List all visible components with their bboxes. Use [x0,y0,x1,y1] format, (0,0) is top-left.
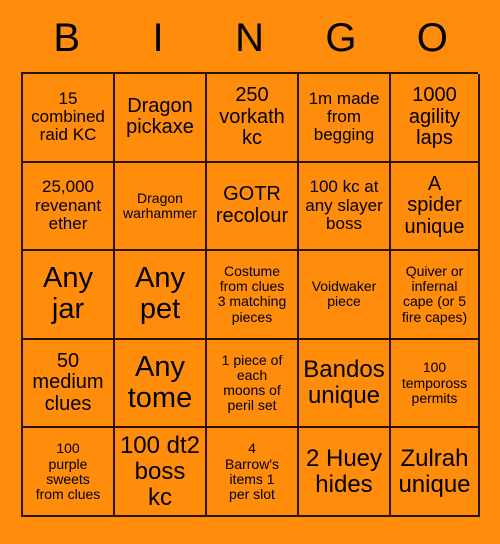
bingo-header-letter-g: G [325,16,357,60]
bingo-cell-label: Bandos unique [303,356,385,410]
bingo-cell[interactable]: 25,000 revenant ether [23,162,115,252]
bingo-cell-label: A spider unique [404,172,465,238]
bingo-cell[interactable]: GOTR recolour [207,162,299,252]
bingo-cell[interactable]: 250 vorkath kc [207,74,299,163]
bingo-cell-label: Costume from clues 3 matching pieces [217,263,287,325]
bingo-cell[interactable]: Any tome [115,339,207,429]
bingo-cell[interactable]: Zulrah unique [391,428,480,517]
bingo-cell-label: 100 dt2 boss kc [119,431,201,511]
bingo-cell-label: Dragon warhammer [123,189,197,221]
bingo-header-letter-o: O [416,16,448,60]
bingo-cell-label: 25,000 revenant ether [34,177,102,234]
bingo-cell[interactable]: Dragon warhammer [115,162,207,252]
bingo-grid: 15 combined raid KC Dragon pickaxe 250 vor… [21,72,480,517]
bingo-cell[interactable]: Costume from clues 3 matching pieces [207,251,299,340]
bingo-cell-label: 1 piece of each moons of peril set [221,351,283,414]
bingo-cell[interactable]: Voidwaker piece [299,251,391,340]
bingo-cell[interactable]: 100 dt2 boss kc [115,428,207,517]
bingo-cell-label: 250 vorkath kc [219,83,285,150]
bingo-cell[interactable]: Bandos unique [299,339,391,429]
bingo-cell[interactable]: 100 kc at any slayer boss [299,162,391,252]
bingo-cell-label: 100 purple sweets from clues [35,440,101,502]
bingo-cell-label: 50 medium clues [32,349,104,415]
bingo-cell-label: 4 Barrow's items 1 per slot [224,440,280,502]
bingo-cell[interactable]: 2 Huey hides [299,428,391,517]
bingo-cell[interactable]: Quiver or infernal cape (or 5 fire capes… [391,251,480,340]
bingo-cell[interactable]: Dragon pickaxe [115,74,207,163]
bingo-cell-label: Zulrah unique [398,444,471,498]
bingo-cell[interactable]: 1000 agility laps [391,74,480,163]
bingo-header-letter-n: N [235,16,264,60]
bingo-cell-label: 100 kc at any slayer boss [305,177,383,234]
bingo-cell[interactable]: 1m made from begging [299,74,391,163]
bingo-cell-label: 2 Huey hides [305,444,383,498]
bingo-cell[interactable]: Any jar [23,251,115,340]
bingo-header-letter-b: B [53,16,81,60]
bingo-header: BINGO [21,8,478,68]
bingo-cell[interactable]: 100 purple sweets from clues [23,428,115,517]
bingo-cell-label: 1000 agility laps [408,83,461,150]
bingo-cell[interactable]: 50 medium clues [23,339,115,429]
bingo-cell[interactable]: 4 Barrow's items 1 per slot [207,428,299,517]
bingo-cell[interactable]: 15 combined raid KC [23,74,115,163]
bingo-cell[interactable]: A spider unique [391,162,480,252]
bingo-cell-label: GOTR recolour [215,183,289,227]
bingo-cell-label: Voidwaker piece [311,278,377,310]
bingo-cell-label: 15 combined raid KC [31,88,105,145]
bingo-cell-label: 100 tempoross permits [401,359,468,406]
bingo-cell-label: Any pet [135,262,185,326]
bingo-header-letter-i: I [152,16,164,60]
bingo-cell-label: Any jar [43,262,93,326]
bingo-cell[interactable]: 100 tempoross permits [391,339,480,429]
bingo-cell-label: Any tome [127,350,193,415]
bingo-cell-label: Quiver or infernal cape (or 5 fire capes… [401,263,468,325]
bingo-card: B I N G O 15 combined raid KC Dragon pickaxe 2… [0,0,500,544]
bingo-cell[interactable]: 1 piece of each moons of peril set [207,339,299,429]
bingo-cell-label: 1m made from begging [308,88,380,145]
bingo-cell[interactable]: Any pet [115,251,207,340]
bingo-cell-label: Dragon pickaxe [126,94,194,139]
